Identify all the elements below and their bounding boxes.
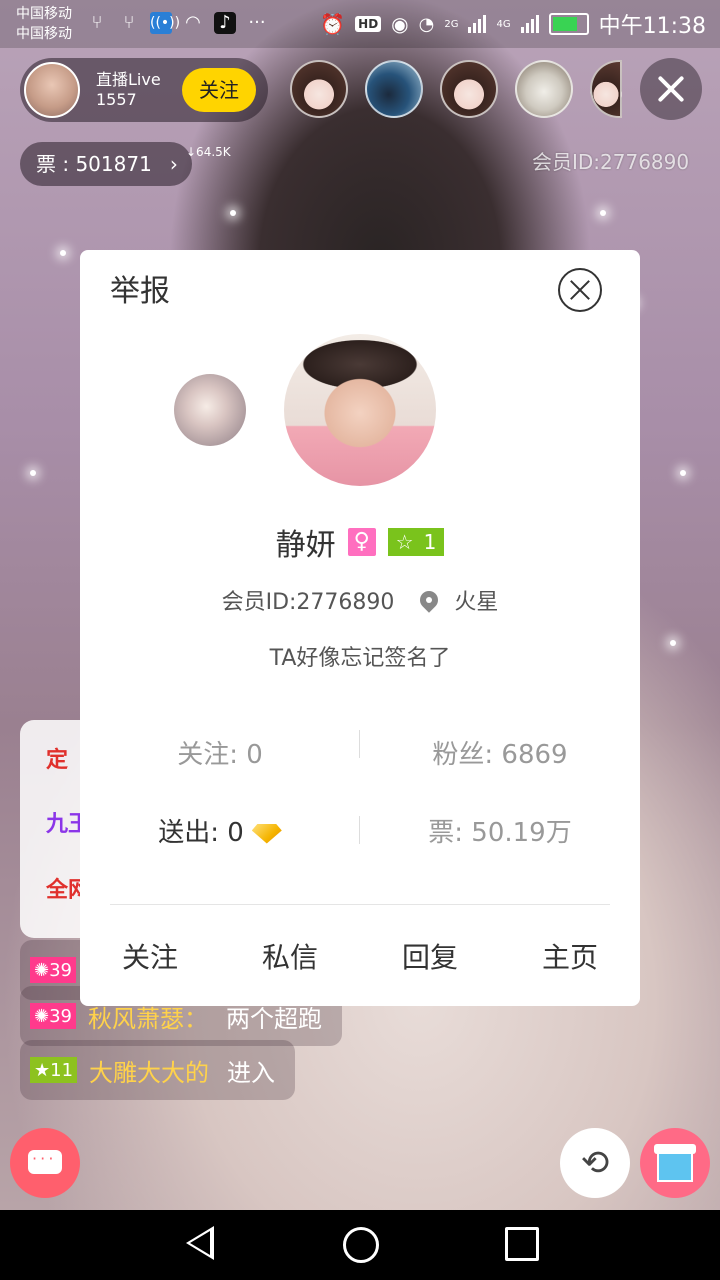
notification-icons: ⑂ ⑂ ((•)) ◠ ♪ ··· bbox=[86, 12, 268, 34]
profile-username: 静妍 bbox=[275, 528, 336, 563]
room-member-id: 会员ID:2776890 bbox=[532, 150, 690, 174]
host-name: 直播Live bbox=[96, 70, 161, 89]
private-message-button[interactable]: 私信 bbox=[220, 936, 360, 980]
signal-icon bbox=[468, 15, 487, 33]
user-level-badge: ☆ 1 bbox=[387, 528, 445, 556]
tickets-pill[interactable]: 票 : 501871 › bbox=[20, 142, 192, 186]
home-icon[interactable] bbox=[343, 1227, 379, 1263]
back-icon[interactable] bbox=[186, 1226, 214, 1260]
more-dots-icon: ··· bbox=[248, 12, 266, 33]
signal-icon-2 bbox=[520, 15, 539, 33]
chevron-right-icon: › bbox=[169, 152, 178, 176]
location-pin-icon bbox=[416, 587, 443, 613]
network-speed: ↓64.5K bbox=[186, 145, 231, 159]
tickets-label: 票 : 501871 bbox=[36, 152, 152, 176]
secondary-avatar[interactable] bbox=[174, 374, 246, 446]
usb-icon: ⑂ bbox=[91, 12, 103, 33]
chat-username[interactable]: 大雕大大的 bbox=[89, 1053, 209, 1088]
gifts-sent-count: 送出: 0 bbox=[158, 818, 244, 848]
star-icon: ☆ bbox=[395, 530, 414, 554]
close-live-button[interactable] bbox=[640, 58, 702, 120]
viewer-avatar[interactable] bbox=[440, 60, 498, 118]
chat-input-button[interactable] bbox=[10, 1128, 80, 1198]
viewer-avatar[interactable] bbox=[290, 60, 348, 118]
tickets-count: 票: 50.19万 bbox=[428, 818, 572, 848]
divider bbox=[110, 904, 610, 905]
profile-avatar[interactable] bbox=[284, 334, 436, 486]
tiktok-icon: ♪ bbox=[214, 12, 236, 34]
profile-member-id: 会员ID:2776890 bbox=[221, 590, 395, 615]
chat-message: ★ 11 大雕大大的 进入 bbox=[20, 1040, 296, 1100]
share-icon[interactable]: ⟲ bbox=[560, 1128, 630, 1198]
user-level-badge: ✺ 39 bbox=[30, 957, 76, 983]
chat-text: 进入 bbox=[227, 1058, 276, 1087]
carrier-2: 中国移动 bbox=[16, 26, 72, 42]
profile-location: 火星 bbox=[454, 590, 499, 615]
profile-id-row: 会员ID:2776890 火星 bbox=[80, 584, 640, 616]
viewer-avatar[interactable] bbox=[590, 60, 622, 118]
user-profile-card: 举报 静妍 ♀ ☆ 1 会员ID:2776890 火星 TA好像忘记签名了 关注:… bbox=[80, 250, 640, 1006]
diamond-icon bbox=[251, 823, 282, 844]
viewer-avatar[interactable] bbox=[365, 60, 423, 118]
message-icon bbox=[28, 1149, 62, 1174]
viewer-avatar[interactable] bbox=[515, 60, 573, 118]
hotspot-icon: ((•)) bbox=[150, 12, 180, 34]
net-2g-label: 2G bbox=[444, 18, 459, 30]
close-icon[interactable] bbox=[558, 268, 602, 312]
battery-icon bbox=[548, 13, 589, 35]
level-number: 1 bbox=[423, 530, 437, 554]
status-right: ⏰ HD ◉ ◔ 2G 4G 中午11:38 bbox=[320, 0, 706, 48]
fans-count[interactable]: 粉丝: 6869 bbox=[360, 734, 640, 771]
gifts-sent-stat: 送出: 0 bbox=[80, 812, 360, 849]
recent-apps-icon[interactable] bbox=[505, 1227, 539, 1261]
user-level-badge: ✺ 39 bbox=[30, 1003, 76, 1029]
follow-button[interactable]: 关注 bbox=[80, 936, 220, 980]
report-link[interactable]: 举报 bbox=[110, 270, 170, 314]
profile-actions: 关注 私信 回复 主页 bbox=[80, 936, 640, 980]
viewer-avatars bbox=[290, 60, 622, 118]
reply-button[interactable]: 回复 bbox=[360, 936, 500, 980]
profile-signature: TA好像忘记签名了 bbox=[269, 646, 451, 671]
homepage-button[interactable]: 主页 bbox=[500, 936, 640, 980]
usb-icon-2: ⑂ bbox=[123, 12, 135, 33]
wifi-icon: ◔ bbox=[418, 13, 435, 35]
host-viewer-count: 1557 bbox=[96, 90, 137, 109]
headset-icon: ◠ bbox=[185, 12, 201, 33]
user-level-badge: ★ 11 bbox=[30, 1057, 78, 1083]
system-message-line: 定 bbox=[46, 748, 69, 773]
female-gender-icon: ♀ bbox=[347, 528, 376, 556]
clock: 中午11:38 bbox=[598, 14, 706, 39]
host-avatar[interactable] bbox=[24, 62, 80, 118]
net-4g-label: 4G bbox=[496, 18, 511, 30]
gift-button[interactable] bbox=[640, 1128, 710, 1198]
following-count[interactable]: 关注: 0 bbox=[80, 734, 360, 771]
follow-host-button[interactable]: 关注 bbox=[182, 68, 256, 112]
status-bar: 中国移动 中国移动 ⑂ ⑂ ((•)) ◠ ♪ ··· ⏰ HD ◉ ◔ 2G … bbox=[0, 0, 720, 48]
eye-icon: ◉ bbox=[391, 12, 409, 36]
profile-name-row: 静妍 ♀ ☆ 1 bbox=[80, 520, 640, 564]
carrier-info: 中国移动 中国移动 bbox=[16, 4, 72, 44]
hd-icon: HD bbox=[355, 16, 382, 32]
host-info-pill[interactable]: 直播Live 1557 关注 bbox=[20, 58, 268, 122]
carrier-1: 中国移动 bbox=[16, 6, 72, 22]
alarm-icon: ⏰ bbox=[320, 12, 346, 36]
